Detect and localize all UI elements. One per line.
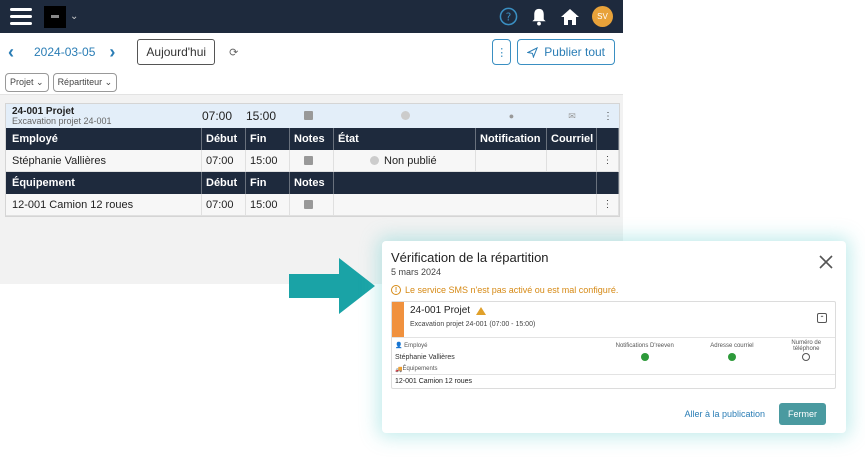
publish-all-button[interactable]: Publier tout [517, 39, 615, 65]
header-equipment: Équipement [6, 172, 202, 194]
arrow-right-icon [289, 258, 375, 314]
top-bar: ⌄ ? SV [0, 0, 623, 33]
home-icon[interactable] [560, 8, 580, 26]
table-row[interactable]: Stéphanie Vallières 07:00 15:00 Non publ… [6, 150, 619, 172]
header-employee: Employé [6, 128, 202, 150]
header-notes: Notes [290, 172, 334, 194]
status-dot-icon [370, 156, 379, 165]
chevron-down-icon[interactable]: ⌄ [70, 11, 78, 22]
project-end: 15:00 [246, 109, 277, 123]
dialog-date: 5 mars 2024 [391, 267, 442, 277]
send-icon [527, 46, 539, 58]
warning-triangle-icon [476, 306, 487, 315]
close-icon[interactable] [818, 254, 834, 270]
sms-warning-text: Le service SMS n'est pas activé ou est m… [405, 285, 619, 295]
project-start: 07:00 [202, 109, 233, 123]
card-project-title: 24-001 Projet [410, 305, 471, 316]
project-filter-label: Projet [10, 77, 34, 87]
card-project-subtitle: Excavation projet 24-001 (07:00 - 15:00) [410, 321, 536, 328]
equipment-header-row: Équipement Début Fin Notes [6, 172, 619, 194]
hamburger-menu-icon[interactable] [10, 8, 32, 25]
header-end: Fin [246, 128, 290, 150]
employee-section-label: 👤 Employé [395, 343, 428, 349]
dispatch-grid: 24-001 Projet Excavation projet 24-001 0… [5, 103, 620, 217]
check-icon [727, 352, 736, 361]
today-button[interactable]: Aujourd'hui [137, 39, 216, 65]
go-to-publication-link[interactable]: Aller à la publication [684, 409, 765, 419]
verified-employee-name: Stéphanie Vallières [395, 354, 455, 361]
equipment-section-text: Équipements [402, 366, 438, 372]
verification-header-row: 👤 Employé Notifications D'reeven Adresse… [392, 339, 835, 352]
project-card: 24-001 Projet Excavation projet 24-001 (… [391, 301, 836, 389]
header-state: État [334, 128, 476, 150]
more-options-button[interactable]: ⋮ [492, 39, 512, 65]
header-start: Début [202, 128, 246, 150]
project-card-header: 24-001 Projet Excavation projet 24-001 (… [392, 302, 835, 338]
dispatcher-filter[interactable]: Répartiteur ⌄ [52, 73, 118, 92]
check-icon [640, 352, 649, 361]
header-end: Fin [246, 172, 290, 194]
cross-circle-icon [802, 352, 811, 361]
date-toolbar: ‹ 2024-03-05 › Aujourd'hui ⟳ ⋮ Publier t… [0, 33, 623, 71]
notes-icon[interactable] [304, 200, 313, 209]
employee-section-text: Employé [404, 343, 428, 349]
dispatch-verification-dialog: Vérification de la répartition 5 mars 20… [382, 241, 846, 433]
employee-end[interactable]: 15:00 [246, 150, 290, 171]
col-notifications: Notifications D'reeven [615, 342, 674, 349]
equipment-start[interactable]: 07:00 [202, 194, 246, 215]
header-start: Début [202, 172, 246, 194]
col-email: Adresse courriel [710, 342, 754, 349]
previous-day-icon[interactable]: ‹ [8, 42, 22, 63]
mail-icon[interactable]: ✉ [547, 111, 597, 122]
next-day-icon[interactable]: › [109, 42, 123, 63]
project-subtitle: Excavation projet 24-001 [12, 115, 112, 126]
publish-all-label: Publier tout [544, 45, 605, 59]
sms-warning: ! Le service SMS n'est pas activé ou est… [391, 285, 836, 295]
notes-icon[interactable] [304, 111, 313, 120]
bell-icon[interactable] [530, 7, 548, 26]
close-button[interactable]: Fermer [779, 403, 826, 425]
equipment-section-label: 🚚 Équipements [395, 366, 438, 373]
refresh-icon[interactable]: ⟳ [229, 46, 238, 59]
help-icon[interactable]: ? [499, 7, 518, 26]
table-row[interactable]: 12-001 Camion 12 roues 07:00 15:00 ⋮ [6, 194, 619, 216]
project-row-menu-icon[interactable]: ⋮ [597, 111, 619, 122]
filter-bar: Projet ⌄ Répartiteur ⌄ [0, 71, 623, 95]
list-item: Stéphanie Vallières [392, 351, 835, 364]
status-dot-icon [400, 111, 410, 120]
project-filter[interactable]: Projet ⌄ [5, 73, 49, 92]
equipment-name: 12-001 Camion 12 roues [6, 194, 202, 215]
employee-row-menu-icon[interactable]: ⋮ [597, 150, 619, 171]
header-notification: Notification [476, 128, 547, 150]
col-phone: Numéro de téléphone [791, 339, 822, 352]
employee-start[interactable]: 07:00 [202, 150, 246, 171]
notes-icon[interactable] [304, 156, 313, 165]
collapse-icon[interactable]: ⌃ [817, 313, 827, 323]
bell-icon[interactable]: ● [476, 111, 547, 121]
header-email: Courriel [547, 128, 597, 150]
verified-equipment-name: 12-001 Camion 12 roues [392, 374, 835, 388]
header-notes: Notes [290, 128, 334, 150]
project-row[interactable]: 24-001 Projet Excavation projet 24-001 0… [6, 104, 619, 128]
project-color-bar [392, 302, 404, 337]
employee-header-row: Employé Début Fin Notes État Notificatio… [6, 128, 619, 150]
employee-name: Stéphanie Vallières [6, 150, 202, 171]
dispatcher-filter-label: Répartiteur [57, 77, 103, 87]
current-date[interactable]: 2024-03-05 [34, 45, 95, 59]
company-logo[interactable] [44, 5, 66, 28]
status-label: Non publié [384, 154, 437, 167]
dialog-title: Vérification de la répartition [391, 250, 549, 265]
project-name: 24-001 Projet [12, 105, 75, 117]
equipment-row-menu-icon[interactable]: ⋮ [597, 194, 619, 215]
avatar[interactable]: SV [592, 6, 613, 27]
equipment-end[interactable]: 15:00 [246, 194, 290, 215]
warning-icon: ! [391, 285, 401, 295]
svg-text:?: ? [506, 11, 512, 23]
